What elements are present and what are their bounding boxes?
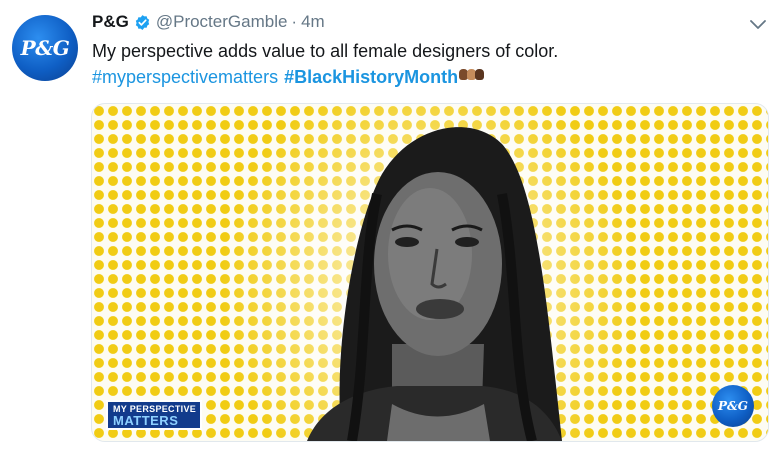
tweet-timestamp[interactable]: 4m <box>301 12 325 32</box>
portrait-photo <box>307 127 562 441</box>
author-name[interactable]: P&G <box>92 12 129 32</box>
hashtag-blackhistorymonth[interactable]: #BlackHistoryMonth <box>284 64 458 90</box>
tweet-media-image[interactable]: MY PERSPECTIVE MATTERS P&G <box>91 103 769 442</box>
verified-badge-icon <box>135 14 150 30</box>
badge-line-2: MATTERS <box>113 412 179 428</box>
author-handle[interactable]: @ProcterGamble <box>156 12 288 32</box>
badge-line-1: MY PERSPECTIVE <box>113 403 197 414</box>
tweet-text: My perspective adds value to all female … <box>92 41 559 61</box>
raised-fists-emoji <box>459 68 485 80</box>
campaign-badge: MY PERSPECTIVE MATTERS <box>106 400 202 430</box>
tweet-header: P&G @ProcterGamble · 4m <box>92 12 325 32</box>
avatar-logo-text: P&G <box>20 36 70 60</box>
hashtag-line: #myperspectivematters #BlackHistoryMonth <box>92 64 485 90</box>
header-separator: · <box>291 12 298 31</box>
hashtag-myperspectivematters[interactable]: #myperspectivematters <box>92 64 278 90</box>
pg-logo: P&G <box>712 385 754 427</box>
chevron-down-icon[interactable] <box>748 14 768 34</box>
avatar[interactable]: P&G <box>12 15 78 81</box>
pg-logo-text: P&G <box>717 399 749 413</box>
